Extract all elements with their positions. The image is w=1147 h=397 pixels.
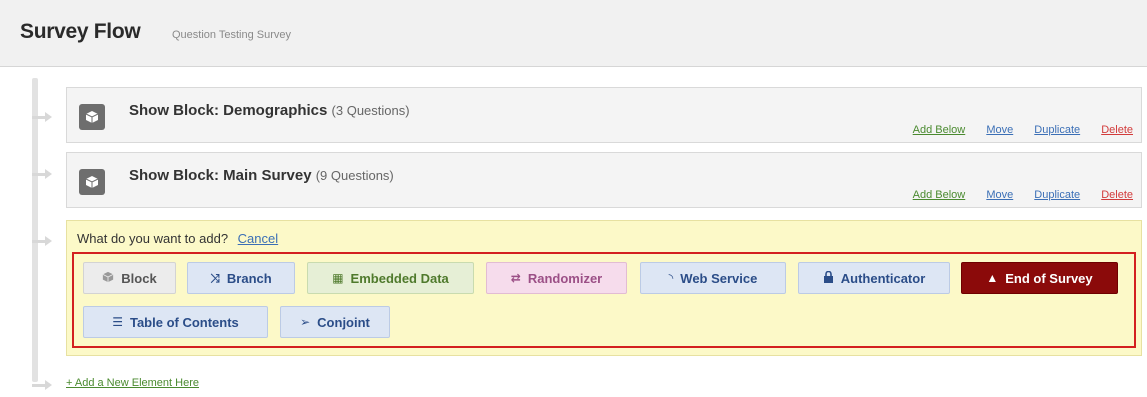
duplicate-link[interactable]: Duplicate (1034, 124, 1080, 136)
header: Survey Flow Question Testing Survey (0, 0, 1147, 67)
add-below-link[interactable]: Add Below (913, 189, 966, 201)
option-label: Web Service (680, 270, 758, 286)
element-options: Block ⤨ Branch ▦ Embedded Data ⇄ Randomi… (72, 252, 1136, 348)
block-option-button[interactable]: Block (83, 262, 176, 294)
branch-icon: ⤨ (210, 271, 220, 285)
shuffle-icon: ⇄ (510, 271, 521, 285)
signal-icon: ◝ (668, 271, 674, 285)
cube-icon (102, 271, 114, 285)
split-arrow-icon: ➢ (300, 315, 311, 329)
block-actions: Add Below Move Duplicate Delete (895, 124, 1133, 136)
flow-arrow-icon (32, 233, 54, 249)
option-label: Table of Contents (129, 314, 239, 330)
add-below-link[interactable]: Add Below (913, 124, 966, 136)
authenticator-option-button[interactable]: Authenticator (798, 262, 950, 294)
add-new-element-link[interactable]: + Add a New Element Here (66, 377, 199, 389)
cube-icon (79, 169, 105, 195)
flow-block-demographics[interactable]: Show Block: Demographics (3 Questions) A… (66, 87, 1142, 143)
embedded-data-option-button[interactable]: ▦ Embedded Data (307, 262, 474, 294)
flow-arrow-icon (32, 377, 54, 393)
block-title-text: Show Block: Main Survey (129, 167, 312, 184)
table-of-contents-option-button[interactable]: ☰ Table of Contents (83, 306, 268, 338)
delete-link[interactable]: Delete (1101, 124, 1133, 136)
cube-icon (79, 104, 105, 130)
block-title: Show Block: Main Survey (9 Questions) (129, 167, 394, 184)
conjoint-option-button[interactable]: ➢ Conjoint (280, 306, 390, 338)
add-element-panel: What do you want to add? Cancel Block ⤨ … (66, 220, 1142, 356)
option-label: Authenticator (840, 270, 926, 286)
option-label: End of Survey (1005, 270, 1093, 286)
option-label: Branch (226, 270, 272, 286)
move-link[interactable]: Move (986, 124, 1013, 136)
block-title-text: Show Block: Demographics (129, 102, 328, 119)
end-of-survey-option-button[interactable]: ▲ End of Survey (961, 262, 1118, 294)
block-actions: Add Below Move Duplicate Delete (895, 189, 1133, 201)
option-label: Randomizer (527, 270, 603, 286)
web-service-option-button[interactable]: ◝ Web Service (640, 262, 786, 294)
survey-name: Question Testing Survey (172, 29, 292, 41)
question-count: (3 Questions) (331, 103, 410, 118)
move-link[interactable]: Move (986, 189, 1013, 201)
option-label: Block (121, 270, 157, 286)
question-count: (9 Questions) (315, 168, 394, 183)
list-icon: ☰ (112, 315, 123, 329)
block-title: Show Block: Demographics (3 Questions) (129, 102, 410, 119)
flow-block-main-survey[interactable]: Show Block: Main Survey (9 Questions) Ad… (66, 152, 1142, 208)
randomizer-option-button[interactable]: ⇄ Randomizer (486, 262, 627, 294)
page-title: Survey Flow (20, 20, 141, 43)
option-label: Embedded Data (350, 270, 449, 286)
option-label: Conjoint (317, 314, 370, 330)
add-question-text: What do you want to add? (77, 231, 229, 246)
flow-arrow-icon (32, 166, 54, 182)
duplicate-link[interactable]: Duplicate (1034, 189, 1080, 201)
branch-option-button[interactable]: ⤨ Branch (187, 262, 295, 294)
cancel-link[interactable]: Cancel (238, 231, 278, 246)
flow-arrow-icon (32, 109, 54, 125)
table-icon: ▦ (332, 271, 344, 285)
add-prompt: What do you want to add? Cancel (77, 231, 278, 246)
warning-icon: ▲ (986, 271, 999, 285)
delete-link[interactable]: Delete (1101, 189, 1133, 201)
lock-icon (823, 270, 834, 285)
